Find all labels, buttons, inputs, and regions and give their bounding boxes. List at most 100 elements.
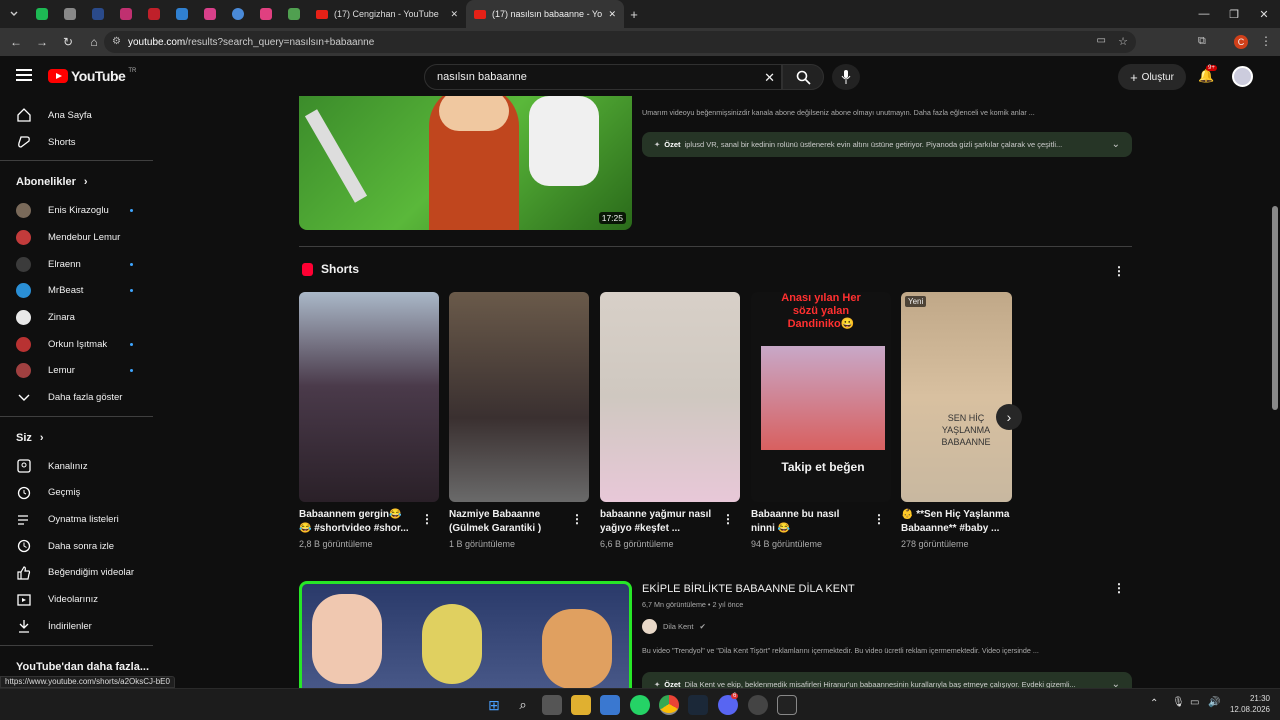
video-thumbnail[interactable] [299, 581, 632, 688]
short-card[interactable]: Babaannem gergin😂😂 #shortvideo #shor... … [299, 292, 439, 549]
site-info-icon[interactable]: ⚙ [112, 36, 121, 47]
minimize-button[interactable]: — [1188, 0, 1220, 28]
sidebar-sub-item[interactable]: Orkun Işıtmak [0, 331, 153, 358]
short-thumbnail[interactable]: Yeni SEN HİÇ YAŞLANMA BABAANNE [901, 292, 1012, 502]
mic-tray-icon[interactable]: 🎙 [1172, 697, 1185, 708]
pinned-tab[interactable] [112, 0, 140, 28]
forward-button[interactable]: → [30, 28, 54, 56]
sidebar-sub-item[interactable]: Lemur [0, 358, 153, 385]
sidebar-item-your-channel[interactable]: Kanalınız [0, 453, 153, 480]
shorts-next-button[interactable]: › [996, 404, 1022, 430]
reload-button[interactable]: ↻ [56, 28, 80, 56]
clear-search-icon[interactable]: ✕ [764, 70, 775, 86]
search-icon[interactable]: ⌕ [513, 695, 533, 715]
home-button[interactable]: ⌂ [82, 28, 106, 56]
subscriptions-heading[interactable]: Abonelikler › [0, 167, 153, 197]
sidebar-sub-item[interactable]: Elraenn [0, 251, 153, 278]
channel-link[interactable]: Dila Kent ✔ [642, 619, 706, 634]
start-icon[interactable]: ⊞ [484, 695, 504, 715]
account-avatar[interactable] [1232, 66, 1253, 87]
restore-button[interactable]: ❐ [1218, 0, 1250, 28]
pinned-tab[interactable] [140, 0, 168, 28]
sidebar-item-watch-later[interactable]: Daha sonra izle [0, 533, 153, 560]
file-explorer-icon[interactable] [571, 695, 591, 715]
url-bar[interactable]: ⚙ youtube.com/results?search_query=nasıl… [104, 31, 1136, 53]
short-thumbnail[interactable]: Anası yılan Her sözü yalan Dandiniko😀 Ta… [751, 292, 891, 502]
back-button[interactable]: ← [4, 28, 28, 56]
pinned-tab[interactable] [280, 0, 308, 28]
shelf-menu-icon[interactable]: ⋮ [1113, 265, 1125, 277]
short-title[interactable]: Babaannem gergin😂😂 #shortvideo #shor... [299, 508, 411, 536]
pinned-tab[interactable] [84, 0, 112, 28]
install-app-icon[interactable]: ▭ [1097, 35, 1106, 46]
sidebar-sub-item[interactable]: MrBeast [0, 277, 153, 304]
pinned-tab[interactable] [196, 0, 224, 28]
sidebar-item-liked-videos[interactable]: Beğendiğim videolar [0, 560, 153, 587]
short-card[interactable]: Anası yılan Her sözü yalan Dandiniko😀 Ta… [751, 292, 891, 549]
hamburger-menu-icon[interactable] [16, 69, 32, 81]
sidebar-item-shorts[interactable]: Shorts [0, 129, 153, 156]
chevron-down-icon[interactable]: ⌄ [1112, 139, 1120, 150]
sidebar-item-playlists[interactable]: Oynatma listeleri [0, 506, 153, 533]
tray-chevron-up-icon[interactable]: ⌃ [1150, 698, 1158, 709]
voice-search-button[interactable] [832, 64, 860, 90]
sidebar-sub-item[interactable]: Mendebur Lemur [0, 224, 153, 251]
short-menu-icon[interactable]: ⋮ [873, 513, 885, 525]
clock[interactable]: 21:30 12.08.2026 [1226, 693, 1270, 715]
close-icon[interactable]: ✕ [450, 9, 458, 20]
sidebar-item-history[interactable]: Geçmiş [0, 480, 153, 507]
short-thumbnail[interactable] [600, 292, 740, 502]
short-title[interactable]: babaanne yağmur nasıl yağıyo #keşfet ... [600, 508, 712, 536]
pinned-tab[interactable] [168, 0, 196, 28]
sidebar-sub-item[interactable]: Zinara [0, 304, 153, 331]
pinned-tab[interactable] [252, 0, 280, 28]
app-icon[interactable] [748, 695, 768, 715]
extensions-icon[interactable]: ⧉ [1198, 35, 1206, 48]
pinned-tab[interactable] [28, 0, 56, 28]
short-title[interactable]: 👶 **Sen Hiç Yaşlanma Babaanne** #baby ..… [901, 508, 1012, 536]
store-icon[interactable] [600, 695, 620, 715]
chrome-icon[interactable] [659, 695, 679, 715]
pinned-tab[interactable] [224, 0, 252, 28]
app-icon[interactable] [777, 695, 797, 715]
video-thumbnail[interactable]: 17:25 [299, 96, 632, 230]
short-thumbnail[interactable] [449, 292, 589, 502]
create-button[interactable]: + Oluştur [1118, 64, 1186, 90]
you-heading[interactable]: Siz › [0, 423, 153, 453]
video-title[interactable]: EKİPLE BİRLİKTE BABAANNE DİLA KENT [642, 583, 855, 595]
short-card[interactable]: babaanne yağmur nasıl yağıyo #keşfet ...… [600, 292, 740, 549]
show-more-button[interactable]: Daha fazla göster [0, 384, 153, 411]
task-view-icon[interactable] [542, 695, 562, 715]
short-card[interactable]: Nazmiye Babaanne (Gülmek Garantiki ) 1 B… [449, 292, 589, 549]
short-menu-icon[interactable]: ⋮ [722, 513, 734, 525]
sidebar-item-home[interactable]: Ana Sayfa [0, 102, 153, 129]
short-title[interactable]: Babaanne bu nasıl ninni 😂 [751, 508, 863, 536]
short-title[interactable]: Nazmiye Babaanne (Gülmek Garantiki ) [449, 508, 561, 536]
whatsapp-icon[interactable] [630, 695, 650, 715]
short-thumbnail[interactable] [299, 292, 439, 502]
chevron-down-icon[interactable]: ⌄ [1112, 679, 1120, 688]
steam-icon[interactable] [688, 695, 708, 715]
tab-cengizhan[interactable]: (17) Cengizhan - YouTube ✕ [308, 0, 466, 28]
browser-menu-icon[interactable]: ⋮ [1260, 34, 1272, 48]
search-button[interactable] [782, 64, 824, 90]
search-input[interactable]: nasılsın babaanne ✕ [424, 64, 782, 90]
network-icon[interactable]: ▭ [1190, 697, 1199, 708]
sidebar-sub-item[interactable]: Enis Kirazoglu [0, 197, 153, 224]
video-menu-icon[interactable]: ⋮ [1113, 582, 1125, 594]
profile-avatar[interactable]: C [1234, 35, 1248, 49]
tab-search-icon[interactable] [0, 0, 28, 28]
tab-search-results[interactable]: (17) nasılsın babaanne - YouTub ✕ [466, 0, 624, 28]
short-menu-icon[interactable]: ⋮ [571, 513, 583, 525]
close-icon[interactable]: ✕ [608, 9, 616, 20]
bookmark-star-icon[interactable]: ☆ [1118, 35, 1128, 48]
youtube-logo[interactable]: YouTube TR [48, 68, 136, 84]
scrollbar[interactable] [1269, 56, 1280, 688]
volume-icon[interactable]: 🔊 [1208, 697, 1220, 708]
short-card[interactable]: Yeni SEN HİÇ YAŞLANMA BABAANNE 👶 **Sen H… [901, 292, 1012, 549]
sidebar-item-downloads[interactable]: İndirilenler [0, 613, 153, 640]
pinned-tab[interactable] [56, 0, 84, 28]
short-menu-icon[interactable]: ⋮ [421, 513, 433, 525]
new-tab-button[interactable]: + [624, 7, 644, 22]
ai-summary[interactable]: ✦ Özet Dila Kent ve ekip, beklenmedik mis… [642, 672, 1132, 688]
